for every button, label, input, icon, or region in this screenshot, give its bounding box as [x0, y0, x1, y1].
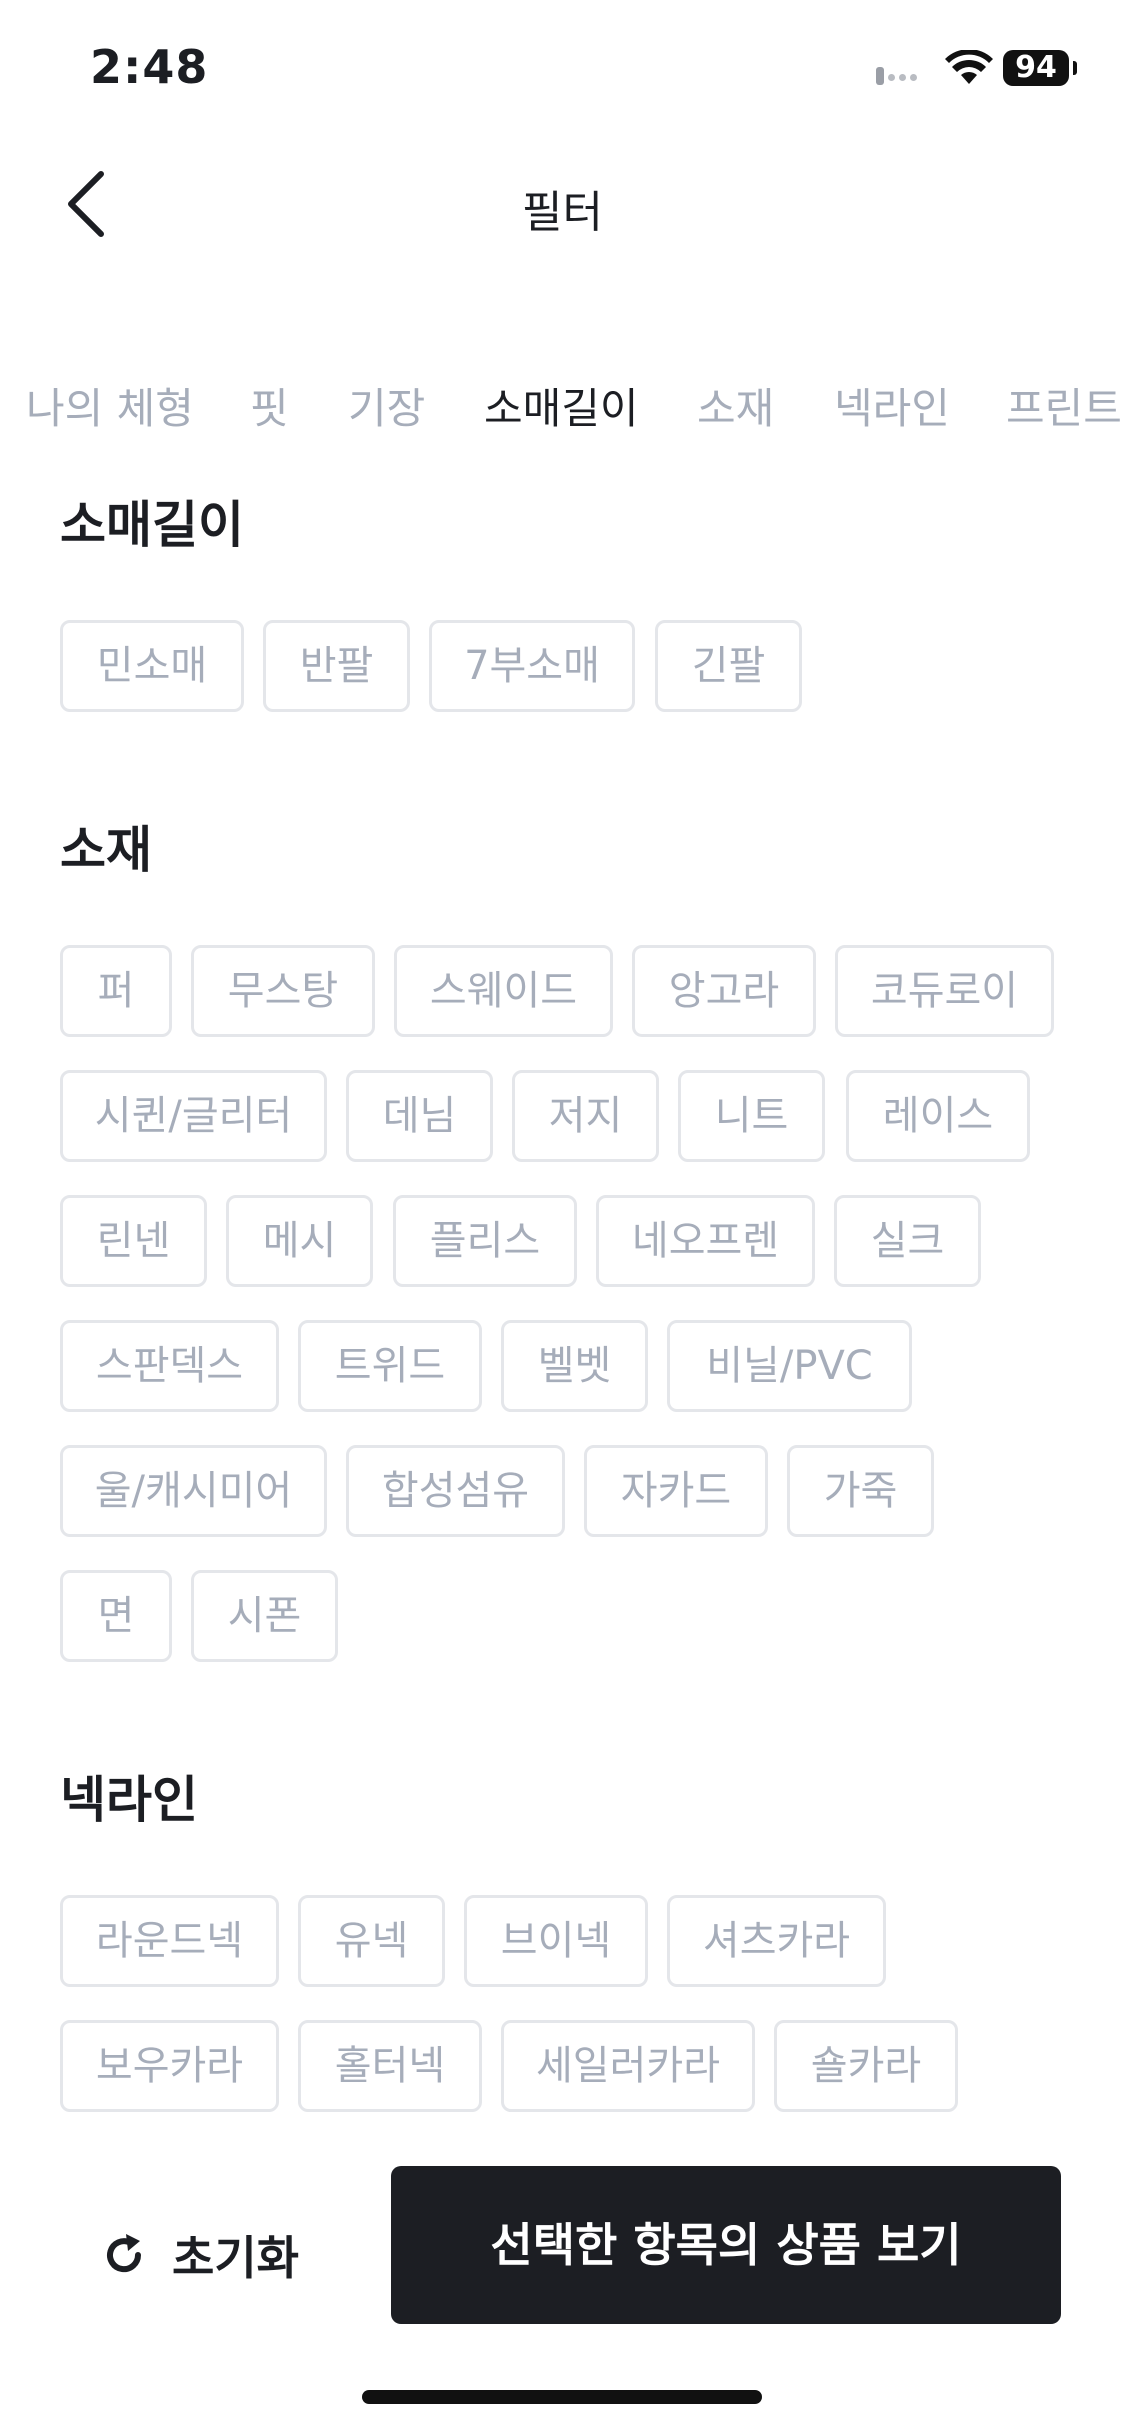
- option-chip[interactable]: 보우카라: [60, 2020, 279, 2112]
- option-chip[interactable]: 스웨이드: [394, 945, 613, 1037]
- refresh-icon: [107, 2234, 142, 2273]
- tab-print[interactable]: 프린트: [1006, 375, 1122, 436]
- option-chip[interactable]: 합성섬유: [346, 1445, 565, 1537]
- option-chip[interactable]: 세일러카라: [501, 2020, 755, 2112]
- header: 필터: [0, 150, 1125, 260]
- option-chip[interactable]: 네오프렌: [596, 1195, 815, 1287]
- tab-material[interactable]: 소재: [697, 375, 774, 436]
- section-title-material: 소재: [60, 821, 152, 879]
- option-chip[interactable]: 라운드넥: [60, 1895, 279, 1987]
- cellular-signal-icon: [876, 66, 921, 85]
- option-chip[interactable]: 메시: [226, 1195, 373, 1287]
- section-title-sleeve-length: 소매길이: [60, 496, 244, 554]
- option-chip[interactable]: 브이넥: [464, 1895, 648, 1987]
- option-chip[interactable]: 숄카라: [774, 2020, 958, 2112]
- option-chip[interactable]: 유넥: [298, 1895, 445, 1987]
- option-chip[interactable]: 저지: [512, 1070, 659, 1162]
- option-chip[interactable]: 비닐/PVC: [667, 1320, 912, 1412]
- tab-length[interactable]: 기장: [348, 375, 425, 436]
- option-chip[interactable]: 퍼: [60, 945, 172, 1037]
- option-chip[interactable]: 플리스: [393, 1195, 577, 1287]
- option-chip[interactable]: 울/캐시미어: [60, 1445, 327, 1537]
- tab-fit[interactable]: 핏: [250, 375, 289, 436]
- option-chip[interactable]: 자카드: [584, 1445, 768, 1537]
- battery-icon: 94: [1003, 50, 1077, 86]
- option-chip[interactable]: 무스탕: [191, 945, 375, 1037]
- option-chip[interactable]: 면: [60, 1570, 172, 1662]
- option-chip[interactable]: 홀터넥: [298, 2020, 482, 2112]
- option-chip[interactable]: 앙고라: [632, 945, 816, 1037]
- home-indicator: [362, 2390, 762, 2404]
- option-chip[interactable]: 긴팔: [655, 620, 802, 712]
- option-chip[interactable]: 7부소매: [429, 620, 635, 712]
- option-chip[interactable]: 니트: [678, 1070, 825, 1162]
- option-chip[interactable]: 가죽: [787, 1445, 934, 1537]
- option-chip[interactable]: 셔츠카라: [667, 1895, 886, 1987]
- option-chip[interactable]: 민소매: [60, 620, 244, 712]
- reset-label: 초기화: [172, 2231, 299, 2285]
- reset-button[interactable]: 초기화: [100, 2210, 299, 2300]
- tab-body-type[interactable]: 나의 체형: [26, 375, 194, 436]
- wifi-icon: [945, 50, 993, 84]
- view-selected-products-button[interactable]: 선택한 항목의 상품 보기: [391, 2166, 1061, 2324]
- status-time: 2:48: [90, 40, 209, 94]
- option-chip[interactable]: 시퀸/글리터: [60, 1070, 327, 1162]
- option-chip[interactable]: 시폰: [191, 1570, 338, 1662]
- option-chip[interactable]: 코듀로이: [835, 945, 1054, 1037]
- option-chip[interactable]: 벨벳: [501, 1320, 648, 1412]
- option-chip[interactable]: 스판덱스: [60, 1320, 279, 1412]
- section-title-neckline: 넥라인: [60, 1771, 198, 1829]
- option-chip[interactable]: 린넨: [60, 1195, 207, 1287]
- page-title: 필터: [522, 187, 603, 238]
- option-chip[interactable]: 트위드: [298, 1320, 482, 1412]
- option-chip[interactable]: 레이스: [846, 1070, 1030, 1162]
- tab-neckline[interactable]: 넥라인: [834, 375, 950, 436]
- option-chip[interactable]: 실크: [834, 1195, 981, 1287]
- option-chip[interactable]: 반팔: [263, 620, 410, 712]
- category-tabs: 나의 체형 핏 기장 소매길이 소재 넥라인 프린트: [0, 375, 1125, 445]
- status-bar: 2:48 94: [0, 0, 1125, 140]
- option-chip[interactable]: 데님: [346, 1070, 493, 1162]
- tab-sleeve-length[interactable]: 소매길이: [484, 375, 639, 436]
